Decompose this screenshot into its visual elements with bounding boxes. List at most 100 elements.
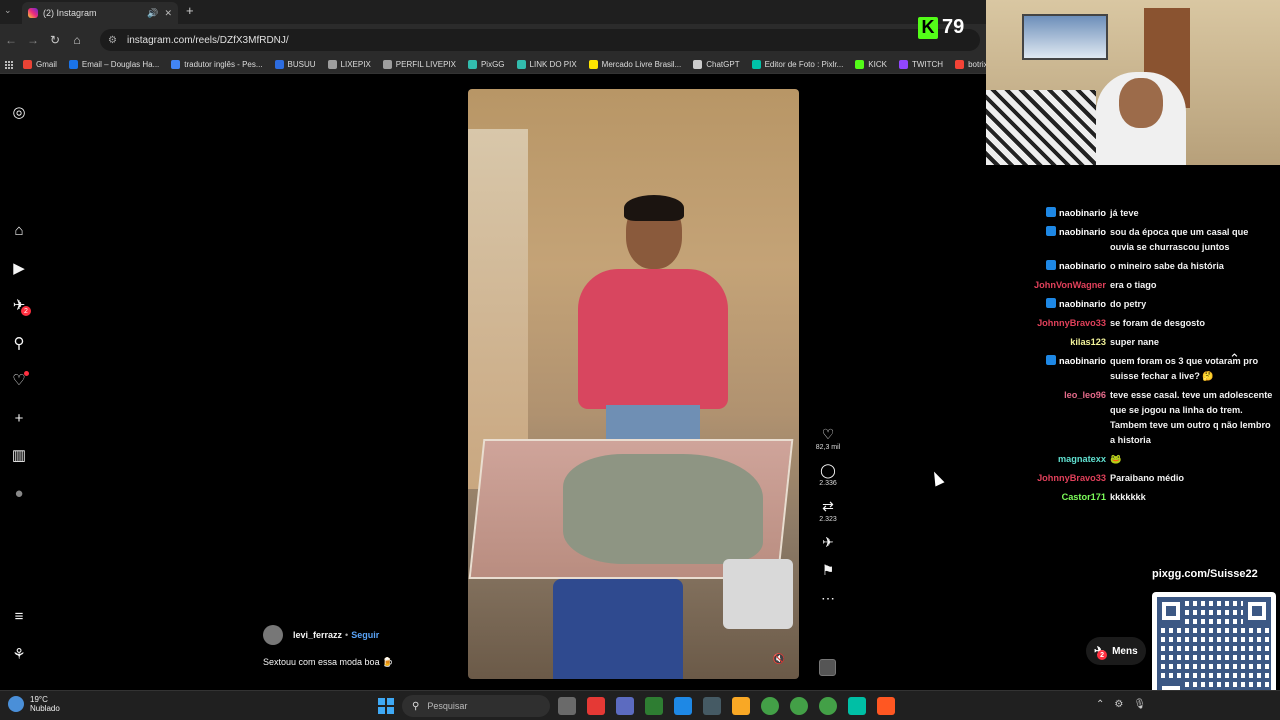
search-glass-icon: ⚲ — [412, 700, 420, 712]
bookmark-item[interactable]: TWITCH — [898, 60, 943, 69]
mute-icon[interactable]: 🔇 — [773, 654, 785, 665]
bookmark-label: botrix — [968, 60, 986, 69]
chat-username[interactable]: naobinario — [1059, 261, 1106, 271]
audio-thumbnail[interactable] — [819, 659, 836, 676]
repost-button[interactable]: ⇄ 2.323 — [812, 497, 844, 523]
green-app-icon[interactable] — [848, 697, 866, 715]
person-shirt — [578, 269, 728, 409]
chat-username-cell: magnatexx — [1030, 452, 1110, 467]
tray-microphone-icon[interactable]: 🎙 — [1133, 699, 1146, 710]
more-options-button[interactable]: ⋯ — [812, 589, 844, 607]
reels-icon[interactable]: ▶ — [10, 259, 28, 277]
tray-network-icon[interactable]: ⚙ — [1114, 699, 1123, 710]
word-icon[interactable] — [674, 697, 692, 715]
author-avatar[interactable] — [263, 625, 283, 645]
forward-icon[interactable]: → — [22, 33, 44, 47]
back-icon[interactable]: ← — [0, 33, 22, 47]
bookmark-item[interactable]: botrix — [955, 60, 986, 69]
site-info-icon[interactable]: ⚙ — [108, 35, 117, 46]
new-tab-button[interactable]: + — [186, 3, 194, 18]
chat-username[interactable]: leo_leo96 — [1064, 390, 1106, 400]
bookmark-item[interactable]: Email – Douglas Ha... — [68, 60, 159, 69]
video-person — [578, 195, 728, 445]
app-icon[interactable] — [587, 697, 605, 715]
chat-username[interactable]: Castor171 — [1062, 492, 1106, 502]
chrome-alt-icon[interactable] — [819, 697, 837, 715]
bookmark-item[interactable]: LIXEPIX — [327, 60, 371, 69]
url-field[interactable]: ⚙ instagram.com/reels/DZfX3MfRDNJ/ — [100, 29, 980, 51]
bookmark-item[interactable]: ChatGPT — [693, 60, 740, 69]
chat-username[interactable]: JohnVonWagner — [1034, 280, 1106, 290]
bookmark-item[interactable]: Gmail — [23, 60, 57, 69]
bookmarks-bar: Gmail Email – Douglas Ha... tradutor inglê… — [0, 56, 986, 74]
chat-text: super nane — [1110, 337, 1160, 347]
save-button[interactable]: ⚑ — [812, 561, 844, 579]
messages-icon[interactable]: ✈ 2 — [10, 296, 31, 316]
notifications-icon[interactable]: ♡ — [10, 371, 29, 389]
bookmark-item[interactable]: PixGG — [467, 60, 505, 69]
like-button[interactable]: ♡ 82,3 mil — [812, 425, 844, 451]
taskbar-search[interactable]: ⚲ Pesquisar — [402, 695, 550, 717]
dashboard-icon[interactable]: ▥ — [10, 446, 28, 464]
weather-widget[interactable]: 19°C Nublado — [8, 695, 60, 713]
bookmark-item[interactable]: LINK DO PIX — [516, 60, 577, 69]
tray-chevron-icon[interactable]: ⌃ — [1096, 699, 1104, 710]
also-from-meta-icon[interactable]: ⚘ — [10, 645, 28, 663]
bookmark-label: LINK DO PIX — [529, 60, 577, 69]
bookmark-item[interactable]: Mercado Livre Brasil... — [588, 60, 681, 69]
home-button-icon[interactable]: ⌂ — [66, 33, 88, 47]
chat-username[interactable]: JohnnyBravo33 — [1037, 473, 1106, 483]
more-menu-icon[interactable]: ≡ — [10, 607, 28, 625]
comment-button[interactable]: ◯ 2.336 — [812, 461, 844, 487]
bookmark-item[interactable]: KICK — [855, 60, 887, 69]
pix-url: pixgg.com/Suisse22 — [1152, 568, 1258, 580]
vpn-app-icon[interactable] — [616, 697, 634, 715]
tab-search-chevron-icon[interactable]: ⌄ — [4, 5, 12, 16]
home-icon[interactable]: ⌂ — [10, 221, 28, 239]
chat-username[interactable]: magnatexx — [1058, 454, 1106, 464]
tab-audio-icon[interactable]: 🔊 — [147, 8, 158, 19]
follow-button[interactable]: Seguir — [351, 630, 379, 640]
chrome-profile-icon[interactable] — [790, 697, 808, 715]
bookmark-item[interactable]: Editor de Foto : Pixlr... — [751, 60, 843, 69]
chat-username[interactable]: kilas123 — [1070, 337, 1106, 347]
chat-scroll-up-icon[interactable]: ⌃ — [1229, 351, 1240, 367]
chat-username[interactable]: naobinario — [1059, 356, 1106, 366]
bookmark-item[interactable]: PERFIL LIVEPIX — [382, 60, 456, 69]
bookmark-item[interactable]: BUSUU — [274, 60, 316, 69]
xbox-icon[interactable] — [645, 697, 663, 715]
task-view-icon[interactable] — [558, 697, 576, 715]
bookmark-favicon-icon — [171, 60, 181, 69]
instagram-logo-icon[interactable]: ◎ — [10, 103, 28, 121]
bookmark-item[interactable]: tradutor inglês - Pes... — [171, 60, 263, 69]
chat-username[interactable]: naobinario — [1059, 227, 1106, 237]
kick-score: K 79 — [918, 16, 964, 39]
share-button[interactable]: ✈ — [812, 533, 844, 551]
author-username[interactable]: levi_ferrazz — [293, 630, 342, 640]
chat-message: JohnVonWagner era o tiago — [1030, 278, 1274, 293]
file-explorer-icon[interactable] — [732, 697, 750, 715]
tab-close-icon[interactable]: ✕ — [164, 8, 172, 19]
bookmark-label: PixGG — [480, 60, 505, 69]
apps-grid-icon[interactable] — [4, 60, 13, 69]
search-icon[interactable]: ⚲ — [10, 334, 28, 352]
windows-start-icon[interactable] — [378, 698, 394, 714]
chat-text: do petry — [1110, 299, 1147, 309]
chat-username[interactable]: naobinario — [1059, 208, 1106, 218]
chat-username[interactable]: naobinario — [1059, 299, 1106, 309]
profile-icon[interactable]: ● — [10, 484, 28, 502]
chat-text: teve esse casal. teve um adolescente que… — [1110, 390, 1273, 445]
paint-bucket — [723, 559, 793, 629]
qr-finder — [1243, 597, 1271, 625]
store-icon[interactable] — [703, 697, 721, 715]
chat-user-badge-icon — [1046, 260, 1057, 270]
chat-username[interactable]: JohnnyBravo33 — [1037, 318, 1106, 328]
taskbar-apps — [558, 697, 906, 715]
brave-icon[interactable] — [877, 697, 895, 715]
messages-button[interactable]: ✈2 Mens — [1086, 637, 1146, 665]
browser-tab-instagram[interactable]: (2) Instagram 🔊 ✕ — [22, 2, 178, 24]
reel-video[interactable]: 🔇 — [468, 89, 799, 679]
create-icon[interactable]: + — [10, 409, 28, 427]
reload-icon[interactable]: ↻ — [44, 33, 66, 47]
chrome-icon[interactable] — [761, 697, 779, 715]
